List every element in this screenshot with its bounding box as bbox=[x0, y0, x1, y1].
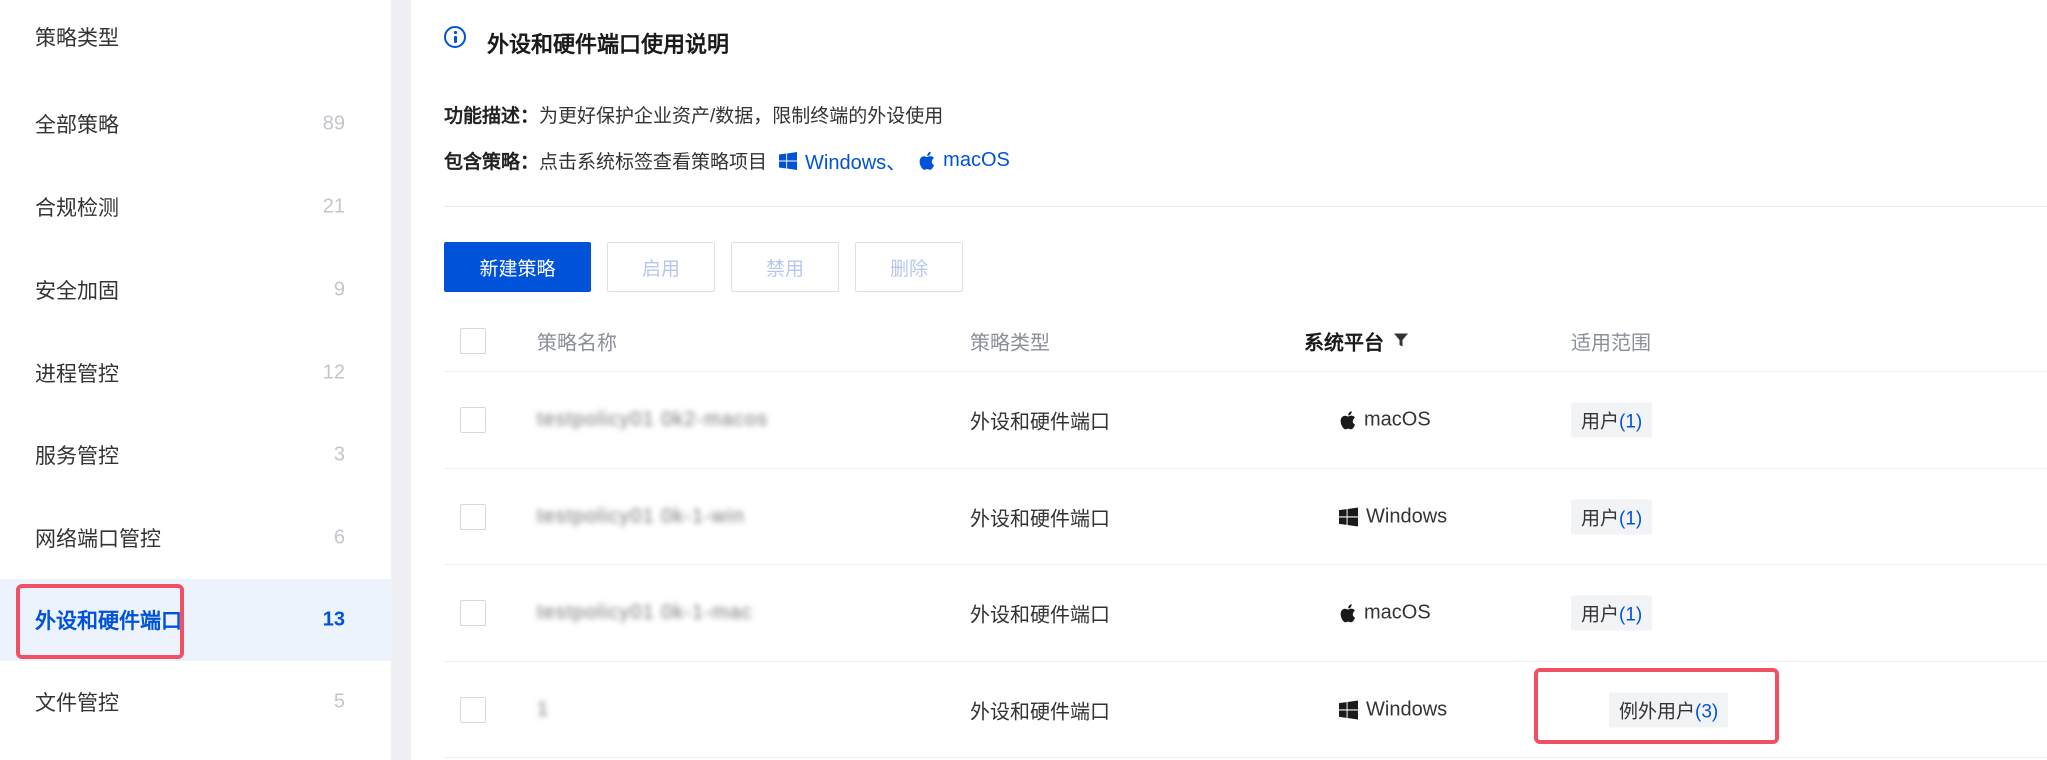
policy-platform: macOS bbox=[1339, 409, 1431, 432]
scope-label: 用户 bbox=[1581, 508, 1620, 529]
description: 功能描述：为更好保护企业资产/数据，限制终端的外设使用 bbox=[444, 101, 943, 128]
policy-platform-label: macOS bbox=[1364, 408, 1431, 431]
scope-label: 用户 bbox=[1581, 411, 1620, 433]
layout-gutter bbox=[391, 0, 411, 760]
platform-link-windows-label: Windows、 bbox=[805, 152, 907, 174]
scope-tag[interactable]: 用户(1) bbox=[1571, 595, 1653, 631]
sidebar-item-count: 9 bbox=[333, 278, 345, 301]
sidebar-item-hardening[interactable]: 安全加固 9 bbox=[0, 249, 391, 331]
apple-icon bbox=[1340, 410, 1355, 429]
sidebar-item-file[interactable]: 文件管控 5 bbox=[0, 661, 391, 743]
sidebar-item-count: 89 bbox=[322, 112, 345, 135]
delete-button[interactable]: 删除 bbox=[855, 242, 963, 292]
sidebar-item-count: 6 bbox=[333, 526, 345, 549]
scope-tag[interactable]: 用户(1) bbox=[1571, 499, 1653, 534]
policy-platform-label: macOS bbox=[1364, 601, 1431, 624]
sidebar-item-label: 文件管控 bbox=[35, 692, 119, 715]
sidebar-item-count: 21 bbox=[322, 195, 345, 218]
sidebar-item-count: 12 bbox=[322, 361, 345, 384]
platform-link-macos-label: macOS bbox=[943, 149, 1010, 171]
policy-scope: 用户(1) bbox=[1571, 499, 1653, 534]
policy-platform-label: Windows bbox=[1366, 505, 1448, 527]
sidebar: 策略类型 全部策略 89 合规检测 21 安全加固 9 进程管控 12 服务管控… bbox=[0, 0, 391, 760]
table-row[interactable]: testpolicy01 0k-1-mac 外设和硬件端口 macOS 用户(1… bbox=[444, 565, 2047, 662]
scope-count: (1) bbox=[1619, 508, 1643, 529]
description-label: 功能描述： bbox=[444, 106, 540, 127]
sidebar-item-count: 13 bbox=[322, 608, 345, 631]
scope-count: (1) bbox=[1619, 411, 1643, 433]
included-policies: 包含策略： 点击系统标签查看策略项目 Windows、 macOS bbox=[444, 146, 1010, 175]
select-all-checkbox[interactable] bbox=[460, 327, 486, 354]
scope-count: (1) bbox=[1619, 604, 1643, 626]
sidebar-item-label: 全部策略 bbox=[35, 114, 119, 137]
table-row[interactable]: testpolicy01 0k-1-win 外设和硬件端口 Windows 用户… bbox=[444, 469, 2047, 565]
header-type: 策略类型 bbox=[970, 332, 1050, 354]
policy-scope: 用户(1) bbox=[1571, 595, 1653, 631]
included-label: 包含策略： bbox=[444, 152, 540, 173]
sidebar-item-label: 服务管控 bbox=[35, 445, 119, 468]
policy-name[interactable]: testpolicy01 0k-1-mac bbox=[537, 602, 753, 625]
sidebar-item-label: 合规检测 bbox=[35, 197, 119, 220]
policy-platform: Windows bbox=[1339, 698, 1447, 721]
row-checkbox[interactable] bbox=[460, 600, 486, 626]
main-content: 外设和硬件端口使用说明 功能描述：为更好保护企业资产/数据，限制终端的外设使用 … bbox=[411, 0, 2047, 760]
sidebar-item-label: 进程管控 bbox=[35, 363, 119, 386]
row-checkbox[interactable] bbox=[460, 503, 486, 530]
scope-label: 用户 bbox=[1581, 604, 1620, 626]
policy-name[interactable]: testpolicy01 0k-1-win bbox=[537, 505, 745, 528]
highlight-box bbox=[16, 584, 184, 659]
platform-link-macos[interactable]: macOS bbox=[918, 149, 1010, 172]
policy-type: 外设和硬件端口 bbox=[970, 604, 1110, 627]
header-platform-label: 系统平台 bbox=[1304, 332, 1384, 354]
scope-tag[interactable]: 用户(1) bbox=[1571, 402, 1653, 438]
sidebar-item-label: 网络端口管控 bbox=[35, 528, 161, 551]
policy-platform-label: Windows bbox=[1366, 698, 1448, 720]
windows-icon bbox=[1339, 507, 1358, 526]
table-row[interactable]: 1 外设和硬件端口 Windows 例外用户(3) bbox=[444, 662, 2047, 758]
sidebar-item-count: 3 bbox=[333, 443, 345, 466]
header-scope: 适用范围 bbox=[1571, 332, 1651, 354]
policy-type: 外设和硬件端口 bbox=[970, 701, 1110, 723]
policy-type: 外设和硬件端口 bbox=[970, 508, 1110, 530]
enable-button[interactable]: 启用 bbox=[607, 242, 715, 292]
policy-platform: macOS bbox=[1339, 602, 1431, 625]
divider bbox=[444, 206, 2047, 207]
description-text: 为更好保护企业资产/数据，限制终端的外设使用 bbox=[539, 106, 944, 127]
highlight-box bbox=[1534, 668, 1779, 744]
filter-icon[interactable] bbox=[1394, 333, 1408, 348]
disable-button[interactable]: 禁用 bbox=[731, 242, 839, 292]
sidebar-item-process[interactable]: 进程管控 12 bbox=[0, 332, 391, 414]
info-title: 外设和硬件端口使用说明 bbox=[487, 32, 730, 57]
info-icon bbox=[444, 26, 466, 48]
header-platform[interactable]: 系统平台 bbox=[1304, 326, 1408, 355]
windows-icon bbox=[779, 151, 798, 170]
table-header: 策略名称 策略类型 系统平台 适用范围 bbox=[444, 310, 2047, 372]
sidebar-title: 策略类型 bbox=[35, 27, 119, 50]
sidebar-item-all[interactable]: 全部策略 89 bbox=[0, 83, 391, 165]
row-checkbox[interactable] bbox=[460, 696, 486, 723]
policy-type: 外设和硬件端口 bbox=[970, 411, 1110, 434]
header-name: 策略名称 bbox=[537, 332, 617, 354]
policy-name[interactable]: testpolicy01 0k2-macos bbox=[537, 409, 768, 432]
included-text: 点击系统标签查看策略项目 bbox=[539, 152, 768, 173]
sidebar-item-compliance[interactable]: 合规检测 21 bbox=[0, 166, 391, 248]
sidebar-item-label: 安全加固 bbox=[35, 280, 119, 303]
apple-icon bbox=[919, 151, 935, 170]
platform-link-windows[interactable]: Windows、 bbox=[779, 146, 906, 175]
sidebar-item-service[interactable]: 服务管控 3 bbox=[0, 414, 391, 496]
windows-icon bbox=[1339, 700, 1358, 719]
apple-icon bbox=[1340, 603, 1355, 622]
policy-name[interactable]: 1 bbox=[537, 698, 549, 721]
table-row[interactable]: testpolicy01 0k2-macos 外设和硬件端口 macOS 用户(… bbox=[444, 372, 2047, 469]
sidebar-item-count: 5 bbox=[333, 690, 345, 713]
row-checkbox[interactable] bbox=[460, 407, 486, 433]
policy-platform: Windows bbox=[1339, 505, 1447, 528]
new-policy-button[interactable]: 新建策略 bbox=[444, 242, 591, 292]
sidebar-item-network-port[interactable]: 网络端口管控 6 bbox=[0, 497, 391, 579]
policy-scope: 用户(1) bbox=[1571, 402, 1653, 438]
